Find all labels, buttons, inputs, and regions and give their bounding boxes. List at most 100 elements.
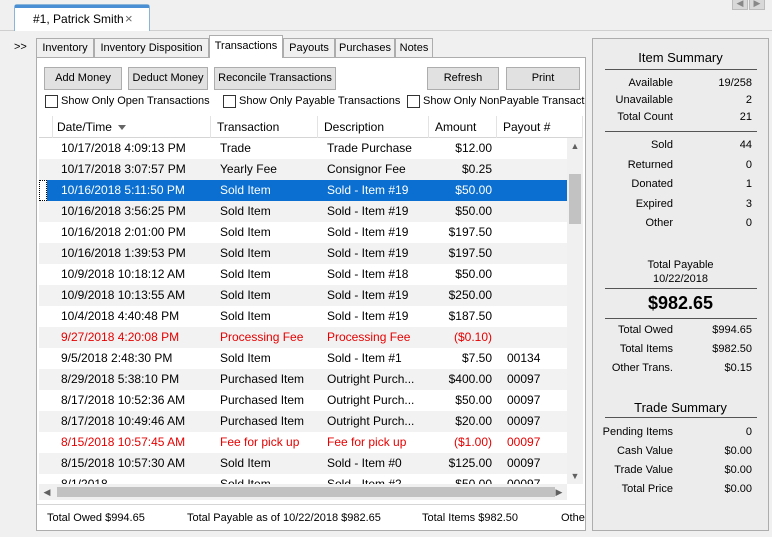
summary-value: 0 (745, 158, 752, 171)
tab-inventory[interactable]: Inventory (36, 38, 94, 57)
tab-payouts[interactable]: Payouts (283, 38, 335, 57)
cell-payout (507, 180, 567, 201)
table-row[interactable]: 10/16/2018 2:01:00 PM Sold Item Sold - Ite… (39, 222, 567, 243)
scroll-thumb[interactable] (57, 487, 555, 497)
checkbox-box[interactable] (407, 95, 420, 108)
table-row[interactable]: 8/1/2018 Sold Item Sold - Item #2 $50.00 000… (39, 474, 567, 484)
close-icon[interactable]: × (125, 11, 133, 26)
row-indicator[interactable] (39, 390, 47, 411)
checkbox-box[interactable] (223, 95, 236, 108)
scroll-right-icon[interactable]: ▶ (749, 0, 765, 10)
row-indicator[interactable] (39, 411, 47, 432)
cell-payout: 00097 (507, 414, 541, 428)
trade-summary-title: Trade Summary (634, 400, 727, 415)
checkbox-box[interactable] (45, 95, 58, 108)
scroll-left-icon[interactable]: ◀ (39, 484, 55, 500)
table-row[interactable]: 10/9/2018 10:18:12 AM Sold Item Sold - Ite… (39, 264, 567, 285)
grid-rows: 10/17/2018 4:09:13 PM Trade Trade Purchase… (39, 138, 567, 484)
refresh-button[interactable]: Refresh (427, 67, 499, 90)
table-row[interactable]: 8/15/2018 10:57:45 AM Fee for pick up Fee … (39, 432, 567, 453)
cell-payout (507, 159, 567, 180)
row-indicator[interactable] (39, 180, 47, 201)
divider (605, 131, 757, 132)
vertical-scrollbar[interactable]: ▲ ▼ (567, 138, 583, 484)
column-header-datetime[interactable]: Date/Time (51, 116, 211, 138)
row-indicator[interactable] (39, 264, 47, 285)
document-tab-title: #1, Patrick Smith (33, 12, 124, 26)
deduct-money-button[interactable]: Deduct Money (128, 67, 208, 90)
table-row[interactable]: 8/17/2018 10:49:46 AM Purchased Item Outri… (39, 411, 567, 432)
scroll-up-icon[interactable]: ▲ (567, 138, 583, 154)
row-indicator[interactable] (39, 243, 47, 264)
tab-notes[interactable]: Notes (395, 38, 433, 57)
cell-payout: 00097 (507, 456, 541, 470)
cell-date: 10/16/2018 5:11:50 PM (61, 183, 185, 197)
table-row[interactable]: 10/16/2018 5:11:50 PM Sold Item Sold - Ite… (39, 180, 567, 201)
cell-amount: $20.00 (455, 414, 492, 428)
cell-date: 10/9/2018 10:13:55 AM (61, 288, 186, 302)
row-indicator[interactable] (39, 201, 47, 222)
cell-amount: $125.00 (448, 456, 492, 470)
row-indicator[interactable] (39, 159, 47, 180)
cell-description: Fee for pick up (327, 435, 407, 449)
cell-date: 8/17/2018 10:52:36 AM (61, 393, 186, 407)
table-row[interactable]: 9/27/2018 4:20:08 PM Processing Fee Proces… (39, 327, 567, 348)
row-indicator[interactable] (39, 453, 47, 474)
row-indicator[interactable] (39, 348, 47, 369)
table-row[interactable]: 10/9/2018 10:13:55 AM Sold Item Sold - Ite… (39, 285, 567, 306)
row-indicator[interactable] (39, 285, 47, 306)
expand-nav-button[interactable]: >> (14, 41, 27, 53)
table-row[interactable]: 10/16/2018 3:56:25 PM Sold Item Sold - Ite… (39, 201, 567, 222)
row-indicator[interactable] (39, 369, 47, 390)
summary-value: $0.00 (724, 464, 752, 476)
checkbox-label: Show Only NonPayable Transactions (423, 95, 585, 107)
tab-inventory-disposition[interactable]: Inventory Disposition (94, 38, 209, 57)
cell-payout: 00097 (507, 477, 541, 484)
document-tab[interactable]: #1, Patrick Smith × (14, 4, 150, 31)
cell-amount: $50.00 (455, 204, 492, 218)
cell-amount: $197.50 (448, 246, 492, 260)
summary-label: Total Count (617, 111, 673, 123)
summary-value: $982.50 (712, 343, 752, 355)
row-indicator[interactable] (39, 474, 47, 484)
sort-descending-icon (117, 125, 126, 131)
total-payable-date: 10/22/2018 (652, 273, 709, 285)
row-indicator[interactable] (39, 327, 47, 348)
tab-purchases[interactable]: Purchases (335, 38, 395, 57)
table-row[interactable]: 8/15/2018 10:57:30 AM Sold Item Sold - Ite… (39, 453, 567, 474)
reconcile-transactions-button[interactable]: Reconcile Transactions (214, 67, 336, 90)
cell-description: Processing Fee (327, 330, 411, 344)
table-row[interactable]: 10/16/2018 1:39:53 PM Sold Item Sold - Ite… (39, 243, 567, 264)
scroll-thumb[interactable] (569, 174, 581, 224)
show-nonpayable-only-checkbox[interactable]: Show Only NonPayable Transactions (407, 95, 585, 109)
table-row[interactable]: 10/4/2018 4:40:48 PM Sold Item Sold - Item… (39, 306, 567, 327)
table-row[interactable]: 9/5/2018 2:48:30 PM Sold Item Sold - Item … (39, 348, 567, 369)
scroll-down-icon[interactable]: ▼ (567, 468, 583, 484)
row-indicator[interactable] (39, 306, 47, 327)
table-row[interactable]: 8/17/2018 10:52:36 AM Purchased Item Outri… (39, 390, 567, 411)
scroll-right-icon[interactable]: ▶ (551, 484, 567, 500)
horizontal-scrollbar[interactable]: ◀ ▶ (39, 484, 567, 500)
cell-payout (507, 264, 567, 285)
table-row[interactable]: 8/29/2018 5:38:10 PM Purchased Item Outrig… (39, 369, 567, 390)
row-indicator[interactable] (39, 432, 47, 453)
row-indicator[interactable] (39, 138, 47, 159)
table-row[interactable]: 10/17/2018 3:07:57 PM Yearly Fee Consignor… (39, 159, 567, 180)
cell-description: Sold - Item #0 (327, 456, 402, 470)
column-header-transaction[interactable]: Transaction (211, 116, 318, 138)
print-button[interactable]: Print (506, 67, 580, 90)
column-header-payout[interactable]: Payout # (497, 116, 583, 138)
tab-accent-bar (15, 5, 149, 8)
cell-payout: 00097 (507, 372, 541, 386)
summary-label: Sold (650, 139, 673, 151)
grid-header: Date/Time Transaction Description Amount… (39, 116, 583, 138)
footer-total-owed: Total Owed $994.65 (47, 512, 145, 524)
tab-transactions[interactable]: Transactions (209, 35, 283, 58)
table-row[interactable]: 10/17/2018 4:09:13 PM Trade Trade Purchase… (39, 138, 567, 159)
add-money-button[interactable]: Add Money (44, 67, 122, 90)
row-indicator[interactable] (39, 222, 47, 243)
column-header-description[interactable]: Description (318, 116, 429, 138)
cell-amount: $12.00 (455, 141, 492, 155)
scroll-left-icon[interactable]: ◀ (732, 0, 748, 10)
column-header-amount[interactable]: Amount (429, 116, 497, 138)
